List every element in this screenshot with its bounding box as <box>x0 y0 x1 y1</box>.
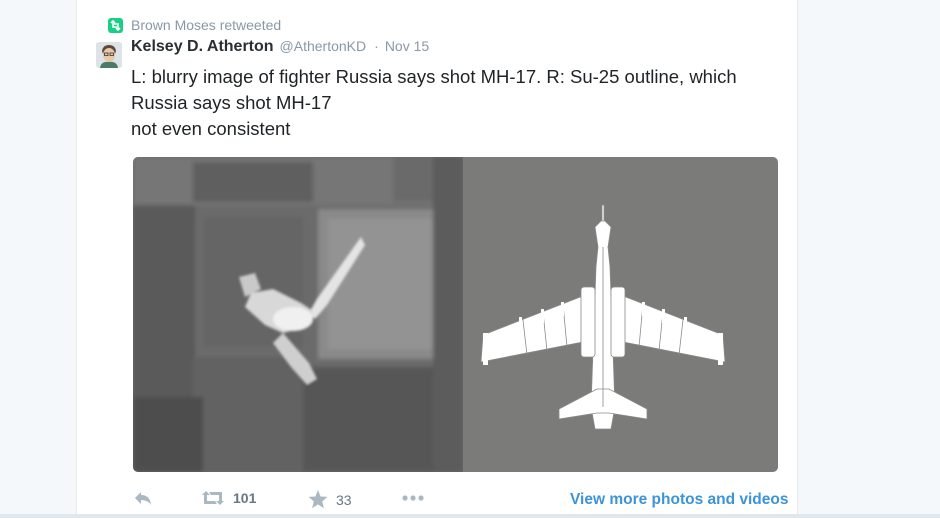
favorite-count: 33 <box>336 491 352 508</box>
retweet-count: 101 <box>233 490 257 506</box>
retweet-context: Brown Moses retweeted <box>108 16 281 34</box>
tweet-text-line: not even consistent <box>131 118 291 139</box>
tweet-header: Kelsey D. Atherton @AthertonKD · Nov 15 <box>131 38 429 58</box>
favorite-button[interactable]: 33 <box>308 490 352 509</box>
left-margin <box>0 0 76 518</box>
tweet-text-line: L: blurry image of fighter Russia says s… <box>131 66 737 87</box>
tweet-text-line: Russia says shot MH-17 <box>131 92 332 113</box>
retweet-action-icon <box>202 491 224 505</box>
more-button[interactable] <box>401 492 425 504</box>
star-icon <box>308 490 328 509</box>
reply-icon <box>135 492 151 505</box>
author-name[interactable]: Kelsey D. Atherton <box>131 38 274 56</box>
view-more-media-link[interactable]: View more photos and videos <box>570 491 788 509</box>
more-icon <box>402 495 424 501</box>
retweet-icon <box>108 17 123 33</box>
avatar[interactable] <box>96 42 122 68</box>
retweet-button[interactable]: 101 <box>201 490 256 506</box>
retweet-label[interactable]: Brown Moses retweeted <box>131 17 281 33</box>
reply-button[interactable] <box>133 490 153 506</box>
aircraft-outline-image[interactable] <box>463 157 778 472</box>
tweet-text: L: blurry image of fighter Russia says s… <box>131 64 791 142</box>
author-handle[interactable]: @AthertonKD <box>280 38 367 54</box>
timestamp[interactable]: Nov 15 <box>385 38 429 54</box>
tweet-media[interactable] <box>133 157 778 472</box>
horizontal-scrollbar[interactable] <box>0 514 940 518</box>
right-margin <box>798 0 940 518</box>
satellite-photo[interactable] <box>133 157 463 472</box>
separator: · <box>374 38 379 54</box>
